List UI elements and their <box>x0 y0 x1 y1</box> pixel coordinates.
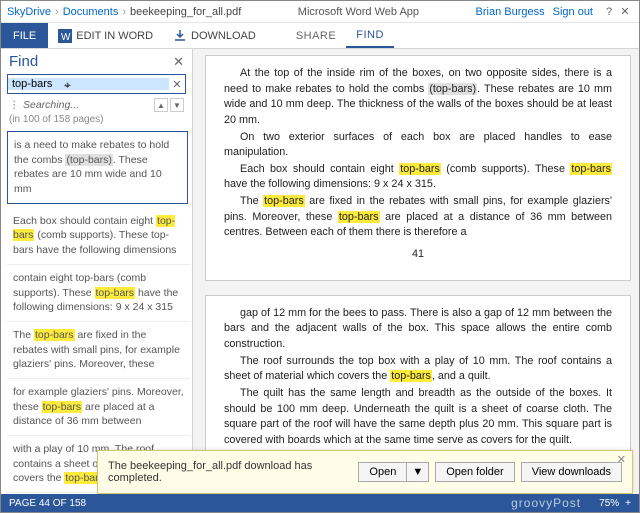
find-title: Find <box>9 53 38 70</box>
clear-search-icon[interactable]: ✕ <box>169 78 185 91</box>
edit-in-word-button[interactable]: W EDIT IN WORD <box>48 23 163 48</box>
close-icon[interactable]: ✕ <box>617 5 633 18</box>
help-icon[interactable]: ? <box>601 6 617 18</box>
document-view[interactable]: At the top of the inside rim of the boxe… <box>193 49 639 494</box>
svg-text:W: W <box>61 32 71 43</box>
breadcrumb-folder[interactable]: Documents <box>63 6 119 18</box>
paragraph: Each box should contain eight top-bars (… <box>224 162 612 193</box>
toolbar: FILE W EDIT IN WORD DOWNLOAD SHARE FIND <box>1 23 639 49</box>
next-result-icon[interactable]: ▼ <box>170 98 184 112</box>
chevron-right-icon: › <box>55 6 59 18</box>
page-number: 41 <box>224 247 612 263</box>
zoom-level[interactable]: 75% <box>599 498 619 509</box>
paragraph: The quilt has the same length and breadt… <box>224 386 612 449</box>
close-find-icon[interactable]: ✕ <box>173 54 184 70</box>
open-dropdown-icon[interactable]: ▼ <box>406 462 429 482</box>
watermark: groovyPost <box>511 496 581 510</box>
download-icon <box>173 29 187 43</box>
open-folder-button[interactable]: Open folder <box>435 462 514 482</box>
view-downloads-button[interactable]: View downloads <box>521 462 622 482</box>
download-button[interactable]: DOWNLOAD <box>163 23 266 48</box>
find-pane: Find ✕ ⌖ ✕ ⋮ Searching... ▲ ▼ (in 100 of… <box>1 49 193 494</box>
download-message: The beekeeping_for_all.pdf download has … <box>108 460 358 484</box>
paragraph: On two exterior surfaces of each box are… <box>224 130 612 161</box>
page: At the top of the inside rim of the boxe… <box>205 55 631 281</box>
find-tab[interactable]: FIND <box>346 23 394 48</box>
result-item[interactable]: is a need to make rebates to hold the co… <box>7 131 188 204</box>
open-split-button: Open ▼ <box>358 462 429 482</box>
edit-in-word-label: EDIT IN WORD <box>76 30 153 42</box>
download-notification: The beekeeping_for_all.pdf download has … <box>97 450 633 494</box>
user-name[interactable]: Brian Burgess <box>476 6 545 18</box>
close-notification-icon[interactable]: ✕ <box>617 453 626 466</box>
zoom-in-icon[interactable]: + <box>625 498 631 509</box>
paragraph: gap of 12 mm for the bees to pass. There… <box>224 306 612 353</box>
download-label: DOWNLOAD <box>191 30 256 42</box>
word-icon: W <box>58 29 72 43</box>
share-tab[interactable]: SHARE <box>286 23 346 48</box>
search-status: Searching... <box>23 99 154 111</box>
result-item[interactable]: for example glaziers' pins. Moreover, th… <box>7 379 190 436</box>
chevron-right-icon: › <box>122 6 126 18</box>
search-options-icon[interactable]: ⋮ <box>9 99 23 111</box>
breadcrumb-file: beekeeping_for_all.pdf <box>130 6 241 18</box>
breadcrumb-root[interactable]: SkyDrive <box>7 6 51 18</box>
result-count: (in 100 of 158 pages) <box>1 114 192 129</box>
status-bar: PAGE 44 OF 158 groovyPost 75% + <box>1 494 639 512</box>
result-item[interactable]: The top-bars are fixed in the rebates wi… <box>7 322 190 379</box>
app-title: Microsoft Word Web App <box>241 6 475 18</box>
file-tab[interactable]: FILE <box>1 23 48 48</box>
paragraph: At the top of the inside rim of the boxe… <box>224 66 612 129</box>
prev-result-icon[interactable]: ▲ <box>154 98 168 112</box>
title-bar: SkyDrive › Documents › beekeeping_for_al… <box>1 1 639 23</box>
search-input-row: ⌖ ✕ <box>7 74 186 94</box>
paragraph: The top-bars are fixed in the rebates wi… <box>224 194 612 241</box>
result-item[interactable]: contain eight top-bars (comb supports). … <box>7 265 190 322</box>
open-button[interactable]: Open <box>358 462 406 482</box>
page-indicator[interactable]: PAGE 44 OF 158 <box>9 498 511 509</box>
result-item[interactable]: Each box should contain eight top-bars (… <box>7 208 190 265</box>
paragraph: The roof surrounds the top box with a pl… <box>224 354 612 385</box>
search-input[interactable] <box>8 78 169 90</box>
sign-out-link[interactable]: Sign out <box>553 6 593 18</box>
results-list[interactable]: is a need to make rebates to hold the co… <box>1 129 192 494</box>
